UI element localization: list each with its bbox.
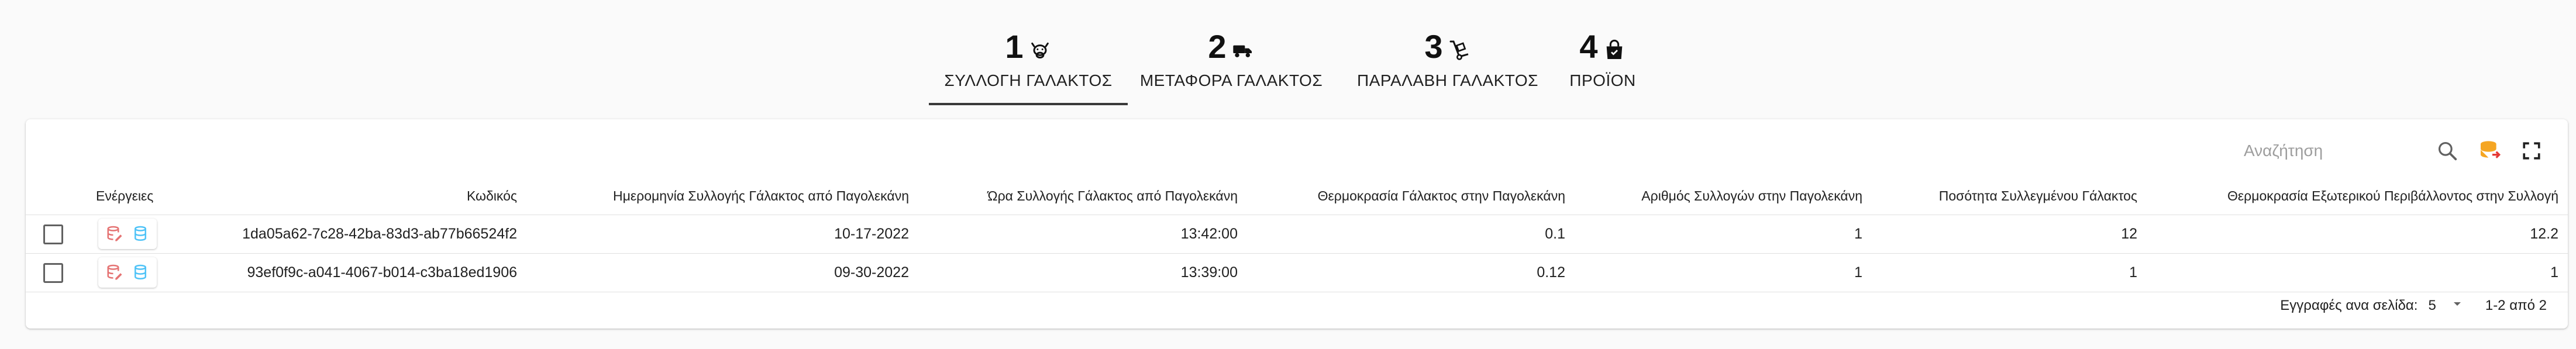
fullscreen-icon[interactable]: [2519, 138, 2544, 164]
cell-collection-count: 1: [1854, 264, 1862, 281]
edit-record-icon[interactable]: [104, 262, 125, 283]
cell-code: 93ef0f9c-a041-4067-b014-c3ba18ed1906: [247, 264, 518, 281]
table-row: 1da05a62-7c28-42ba-83d3-ab77b66524f2 10-…: [26, 215, 2568, 254]
row-select-checkbox[interactable]: [43, 224, 63, 244]
search-icon[interactable]: [2434, 138, 2460, 164]
table-toolbar: [2243, 133, 2544, 168]
truck-icon: [1231, 39, 1255, 62]
step-label: ΠΡΟΪΟΝ: [1569, 71, 1636, 89]
hand-truck-icon: [1448, 39, 1471, 62]
cell-collection-time: 13:42:00: [1180, 226, 1238, 242]
chevron-down-icon: [2450, 297, 2464, 315]
cow-icon: [1028, 39, 1052, 62]
database-details-icon[interactable]: [130, 262, 151, 283]
table-pagination: Εγγραφές ανα σελίδα: 5 1-2 από 2: [2280, 291, 2547, 320]
step-label: ΣΥΛΛΟΓΗ ΓΑΛΑΚΤΟΣ: [944, 71, 1113, 89]
step-number: 1: [1005, 28, 1024, 65]
column-header-collection-time[interactable]: Ώρα Συλλογής Γάλακτος από Παγολεκάνη: [915, 178, 1238, 215]
data-table-card: Ενέργειες Κωδικός Ημερομηνία Συλλογής Γά…: [26, 119, 2568, 329]
edit-record-icon[interactable]: [104, 223, 125, 244]
database-details-icon[interactable]: [130, 223, 151, 244]
column-header-external-temperature[interactable]: Θερμοκρασία Εξωτερικού Περιβάλλοντος στη…: [2143, 178, 2558, 215]
tab-milk-transport[interactable]: 2 ΜΕΤΑΦΟΡΑ ΓΑΛΑΚΤΟΣ: [1135, 21, 1328, 105]
cell-milk-temperature: 0.12: [1537, 264, 1565, 281]
row-select-checkbox[interactable]: [43, 263, 63, 283]
tab-milk-collection[interactable]: 1 ΣΥΛΛΟΓΗ ΓΑΛΑΚΤΟΣ: [929, 21, 1128, 105]
tab-milk-receipt[interactable]: 3 ΠΑΡΑΛΑΒΗ ΓΑΛΑΚΤΟΣ: [1351, 21, 1544, 105]
row-actions: [98, 257, 157, 288]
rows-per-page-select[interactable]: 5: [2428, 297, 2464, 315]
step-label: ΜΕΤΑΦΟΡΑ ΓΑΛΑΚΤΟΣ: [1139, 71, 1323, 89]
step-label: ΠΑΡΑΛΑΒΗ ΓΑΛΑΚΤΟΣ: [1357, 71, 1538, 89]
rows-per-page-label: Εγγραφές ανα σελίδα:: [2280, 298, 2418, 313]
column-header-collection-date[interactable]: Ημερομηνία Συλλογής Γάλακτος από Παγολεκ…: [523, 178, 909, 215]
cell-collection-count: 1: [1854, 226, 1862, 242]
cell-external-temperature: 1: [2550, 264, 2558, 281]
column-header-code[interactable]: Κωδικός: [195, 178, 517, 215]
rows-per-page-value: 5: [2428, 298, 2436, 313]
column-header-quantity[interactable]: Ποσότητα Συλλεγμένου Γάλακτος: [1868, 178, 2137, 215]
tab-product[interactable]: 4 ΠΡΟΪΟΝ: [1556, 21, 1649, 105]
cell-external-temperature: 12.2: [2530, 226, 2558, 242]
table-row: 93ef0f9c-a041-4067-b014-c3ba18ed1906 09-…: [26, 254, 2568, 292]
cell-collection-date: 10-17-2022: [834, 226, 909, 242]
cell-milk-temperature: 0.1: [1545, 226, 1565, 242]
milk-collection-table: Ενέργειες Κωδικός Ημερομηνία Συλλογής Γά…: [26, 178, 2568, 292]
table-header-row: Ενέργειες Κωδικός Ημερομηνία Συλλογής Γά…: [26, 178, 2568, 215]
step-number: 2: [1208, 28, 1227, 65]
cell-quantity: 12: [2121, 226, 2137, 242]
active-tab-indicator: [929, 103, 1128, 105]
process-stepper: 1 ΣΥΛΛΟΓΗ ΓΑΛΑΚΤΟΣ 2 ΜΕΤΑΦΟΡΑ ΓΑΛΑΚΤΟΣ 3…: [0, 12, 2576, 105]
search-input[interactable]: [2243, 141, 2418, 161]
cell-collection-time: 13:39:00: [1180, 264, 1238, 281]
step-number: 3: [1424, 28, 1443, 65]
column-header-milk-temperature[interactable]: Θερμοκρασία Γάλακτος στην Παγολεκάνη: [1242, 178, 1565, 215]
cell-quantity: 1: [2129, 264, 2137, 281]
cell-code: 1da05a62-7c28-42ba-83d3-ab77b66524f2: [242, 226, 517, 242]
column-header-collection-count[interactable]: Αριθμός Συλλογών στην Παγολεκάνη: [1570, 178, 1862, 215]
row-actions: [98, 219, 157, 249]
database-export-icon[interactable]: [2477, 138, 2502, 164]
cell-collection-date: 09-30-2022: [834, 264, 909, 281]
step-number: 4: [1579, 28, 1598, 65]
column-header-actions: Ενέργειες: [96, 188, 154, 203]
shopping-bag-icon: [1603, 39, 1626, 62]
pagination-range: 1-2 από 2: [2485, 298, 2547, 313]
